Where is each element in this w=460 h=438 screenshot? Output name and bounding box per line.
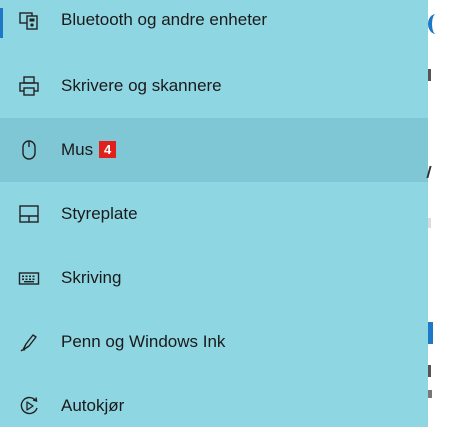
content-heading-fragment [426,166,440,178]
sidebar-item-label: Skriving [61,268,122,287]
step-number-badge: 4 [99,141,117,158]
sidebar-item-mouse[interactable]: Mus 4 [0,118,428,182]
pen-icon [18,331,40,353]
sidebar-item-printers[interactable]: Skrivere og skannere [0,54,428,118]
touchpad-icon [18,203,40,225]
sidebar-item-label-with-badge: Mus 4 [61,140,117,160]
content-text-fragment [428,69,431,81]
sidebar-item-label: Autokjør [61,396,125,415]
sidebar-item-label: Penn og Windows Ink [61,332,226,351]
mouse-icon [18,139,40,161]
keyboard-icon [18,267,40,289]
sidebar-item-autoplay[interactable]: Autokjør [0,374,428,438]
autoplay-icon [18,395,40,417]
sidebar-item-touchpad[interactable]: Styreplate [0,182,428,246]
sidebar-item-pen[interactable]: Penn og Windows Ink [0,310,428,374]
content-text-fragment [428,365,431,377]
content-text-fragment [428,390,432,398]
sidebar-item-label: Skrivere og skannere [61,76,222,95]
bluetooth-devices-icon [18,9,40,31]
sidebar-item-bluetooth[interactable]: Bluetooth og andre enheter [0,0,428,52]
sidebar-item-typing[interactable]: Skriving [0,246,428,310]
content-heading-fragment [428,14,444,34]
sidebar-item-label: Bluetooth og andre enheter [61,10,268,29]
printer-icon [18,75,40,97]
settings-sidebar: Bluetooth og andre enheter Skrivere og s… [0,0,428,427]
sidebar-item-label: Mus [61,140,94,159]
content-heading-fragment [428,322,433,344]
content-pane [426,0,460,427]
content-text-fragment [428,218,431,228]
sidebar-item-label: Styreplate [61,204,138,223]
